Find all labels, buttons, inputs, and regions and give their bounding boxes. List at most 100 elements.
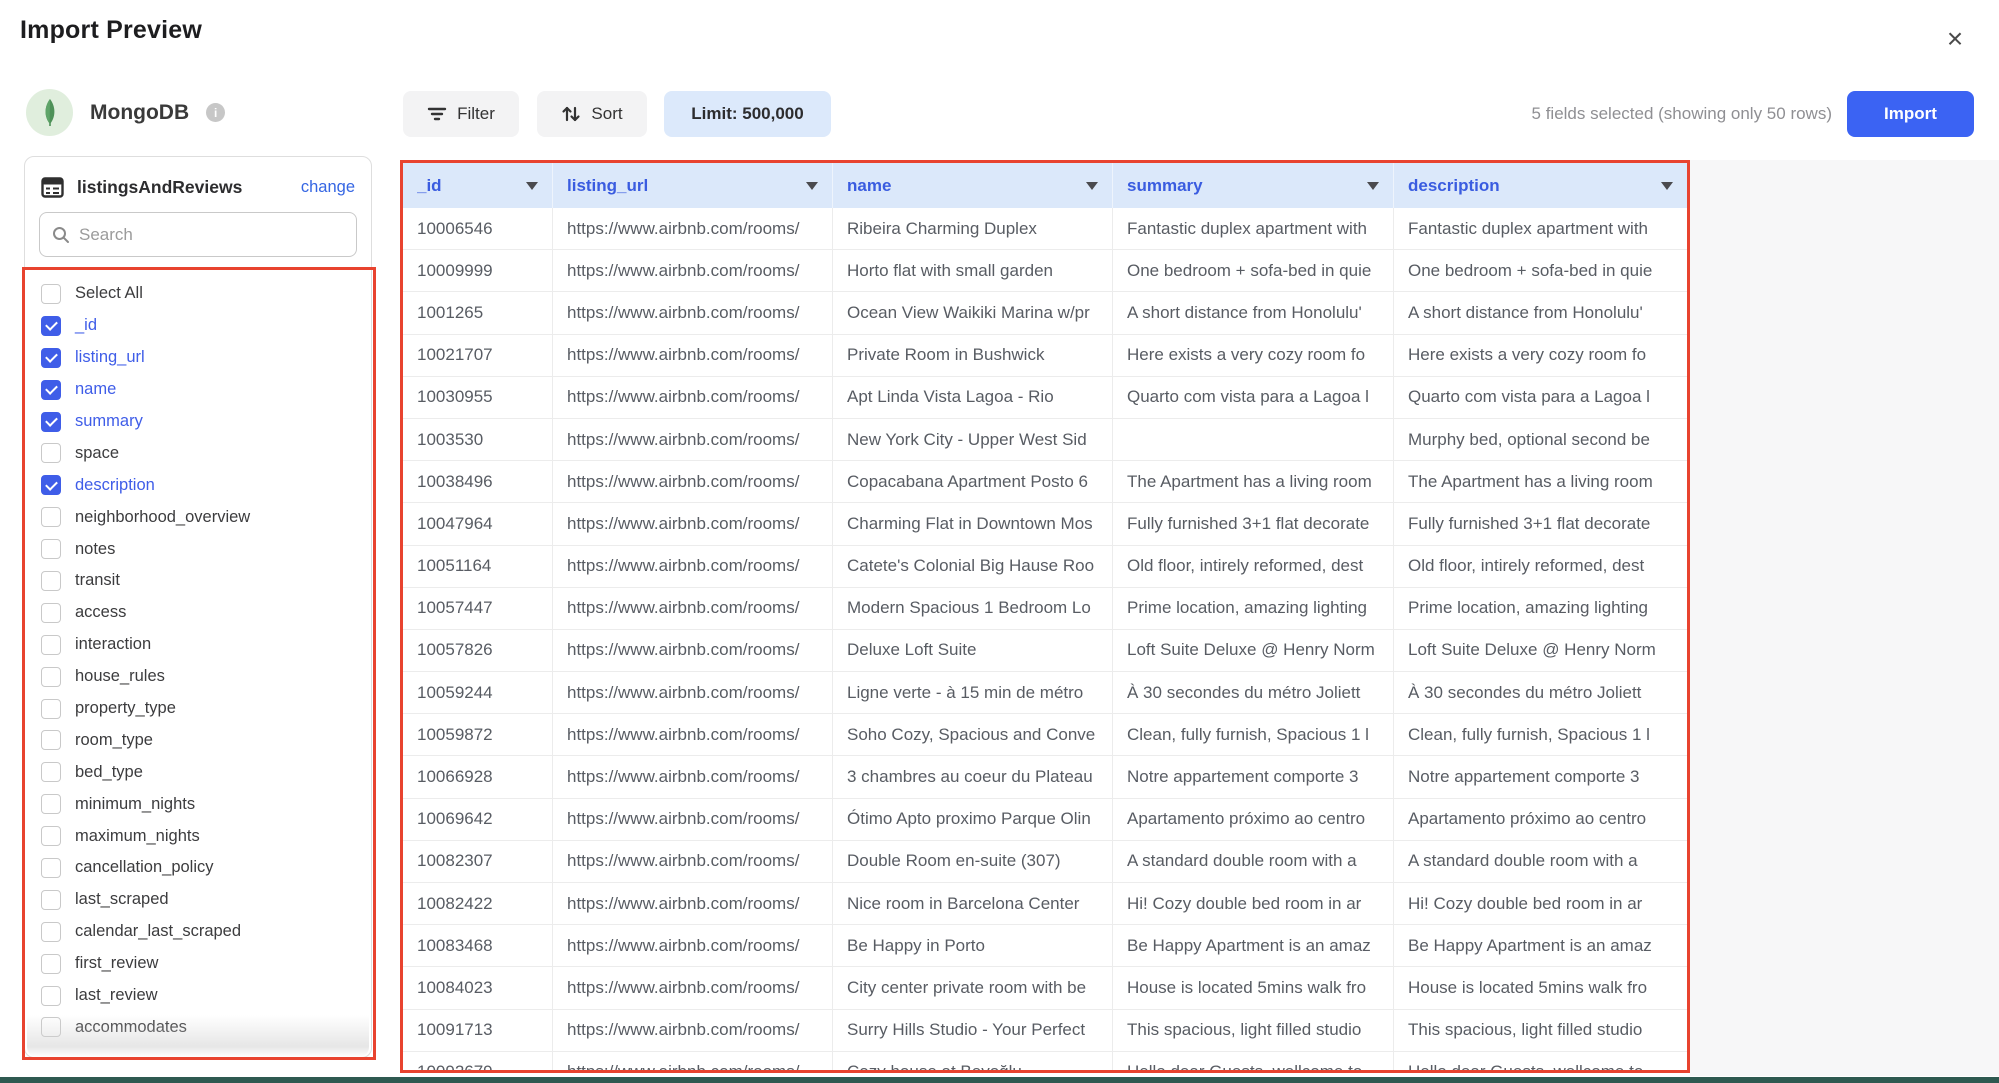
sort-button-label: Sort	[591, 104, 622, 124]
column-dropdown-icon[interactable]	[526, 182, 538, 190]
column-header[interactable]: name	[833, 163, 1113, 208]
table-row: 10038496 https://www.airbnb.com/rooms/ C…	[403, 461, 1687, 503]
field-label: property_type	[75, 699, 176, 718]
cell-summary: Be Happy Apartment is an amaz	[1113, 925, 1394, 966]
cell-name: Charming Flat in Downtown Mos	[833, 503, 1113, 544]
source-name: MongoDB	[90, 101, 189, 125]
cell-description: Clean, fully furnish, Spacious 1 l	[1394, 714, 1687, 755]
cell-description: A short distance from Honolulu'	[1394, 292, 1687, 333]
cell-description: Old floor, intirely reformed, dest	[1394, 546, 1687, 587]
cell-name: Apt Linda Vista Lagoa - Rio	[833, 377, 1113, 418]
table-icon	[41, 177, 64, 198]
field-checkbox-item: _id	[25, 310, 371, 342]
column-header-label: description	[1408, 176, 1655, 196]
cell-name: Ribeira Charming Duplex	[833, 208, 1113, 249]
field-checkbox[interactable]	[41, 539, 61, 559]
cell-summary: À 30 secondes du métro Joliett	[1113, 672, 1394, 713]
column-header[interactable]: summary	[1113, 163, 1394, 208]
table-row: 10059872 https://www.airbnb.com/rooms/ S…	[403, 714, 1687, 756]
cell-summary: Apartamento próximo ao centro	[1113, 799, 1394, 840]
cell-name: Cozy house at Beyoğlu	[833, 1052, 1113, 1070]
field-search[interactable]	[39, 212, 357, 257]
cell-description: Quarto com vista para a Lagoa l	[1394, 377, 1687, 418]
cell-summary: One bedroom + sofa-bed in quie	[1113, 250, 1394, 291]
field-checkbox[interactable]	[41, 954, 61, 974]
table-row: 10069642 https://www.airbnb.com/rooms/ Ó…	[403, 799, 1687, 841]
cell-listing-url: https://www.airbnb.com/rooms/	[553, 714, 833, 755]
field-checkbox[interactable]	[41, 1017, 61, 1037]
table-row: 10030955 https://www.airbnb.com/rooms/ A…	[403, 377, 1687, 419]
field-checkbox[interactable]	[41, 348, 61, 368]
column-dropdown-icon[interactable]	[806, 182, 818, 190]
field-checkbox[interactable]	[41, 380, 61, 400]
search-icon	[52, 226, 70, 244]
field-checkbox[interactable]	[41, 475, 61, 495]
field-checkbox-item: Select All	[25, 278, 371, 310]
field-checkbox[interactable]	[41, 635, 61, 655]
cell-listing-url: https://www.airbnb.com/rooms/	[553, 461, 833, 502]
cell-description: À 30 secondes du métro Joliett	[1394, 672, 1687, 713]
field-checkbox[interactable]	[41, 762, 61, 782]
column-header-label: summary	[1127, 176, 1361, 196]
field-checkbox[interactable]	[41, 890, 61, 910]
cell-summary: Quarto com vista para a Lagoa l	[1113, 377, 1394, 418]
cell-listing-url: https://www.airbnb.com/rooms/	[553, 419, 833, 460]
cell-description: Loft Suite Deluxe @ Henry Norm	[1394, 630, 1687, 671]
field-checkbox[interactable]	[41, 603, 61, 623]
field-label: first_review	[75, 954, 158, 973]
cell-summary: Prime location, amazing lighting	[1113, 588, 1394, 629]
field-checkbox-item: interaction	[25, 629, 371, 661]
table-header-row: _id listing_url name summary description	[403, 163, 1687, 208]
change-collection-link[interactable]: change	[301, 178, 355, 197]
column-header[interactable]: _id	[403, 163, 553, 208]
field-checkbox[interactable]	[41, 858, 61, 878]
column-dropdown-icon[interactable]	[1661, 182, 1673, 190]
search-input[interactable]	[79, 225, 344, 245]
close-icon[interactable]: ×	[1938, 22, 1972, 56]
field-checkbox[interactable]	[41, 986, 61, 1006]
cell-name: City center private room with be	[833, 967, 1113, 1008]
field-checkbox[interactable]	[41, 667, 61, 687]
field-checkbox[interactable]	[41, 699, 61, 719]
field-checkbox[interactable]	[41, 284, 61, 304]
field-checkbox[interactable]	[41, 412, 61, 432]
field-checkbox[interactable]	[41, 730, 61, 750]
cell-id: 1001265	[403, 292, 553, 333]
field-checkbox-item: first_review	[25, 948, 371, 980]
cell-id: 10021707	[403, 335, 553, 376]
sort-button[interactable]: Sort	[537, 91, 647, 137]
filter-button[interactable]: Filter	[403, 91, 519, 137]
cell-listing-url: https://www.airbnb.com/rooms/	[553, 1010, 833, 1051]
cell-summary: A standard double room with a	[1113, 841, 1394, 882]
table-row: 1003530 https://www.airbnb.com/rooms/ Ne…	[403, 419, 1687, 461]
field-label: last_review	[75, 986, 158, 1005]
column-header[interactable]: listing_url	[553, 163, 833, 208]
field-label: last_scraped	[75, 890, 169, 909]
limit-button[interactable]: Limit: 500,000	[664, 91, 831, 137]
field-label: space	[75, 444, 119, 463]
field-checkbox[interactable]	[41, 443, 61, 463]
import-button[interactable]: Import	[1847, 91, 1974, 137]
column-header[interactable]: description	[1394, 163, 1687, 208]
field-checkbox[interactable]	[41, 316, 61, 336]
info-icon[interactable]: i	[206, 103, 225, 122]
cell-listing-url: https://www.airbnb.com/rooms/	[553, 672, 833, 713]
cell-description: Notre appartement comporte 3	[1394, 756, 1687, 797]
column-dropdown-icon[interactable]	[1086, 182, 1098, 190]
field-checkbox-item: house_rules	[25, 661, 371, 693]
field-checkbox[interactable]	[41, 507, 61, 527]
cell-id: 10057447	[403, 588, 553, 629]
cell-name: Ligne verte - à 15 min de métro	[833, 672, 1113, 713]
cell-id: 10082422	[403, 883, 553, 924]
field-checkbox[interactable]	[41, 826, 61, 846]
field-checkbox[interactable]	[41, 571, 61, 591]
cell-listing-url: https://www.airbnb.com/rooms/	[553, 377, 833, 418]
column-dropdown-icon[interactable]	[1367, 182, 1379, 190]
cell-name: Catete's Colonial Big Hause Roo	[833, 546, 1113, 587]
table-row: 10006546 https://www.airbnb.com/rooms/ R…	[403, 208, 1687, 250]
column-header-label: name	[847, 176, 1080, 196]
field-checkbox-item: cancellation_policy	[25, 852, 371, 884]
field-checkbox[interactable]	[41, 794, 61, 814]
field-checkbox[interactable]	[41, 922, 61, 942]
field-label: cancellation_policy	[75, 858, 214, 877]
